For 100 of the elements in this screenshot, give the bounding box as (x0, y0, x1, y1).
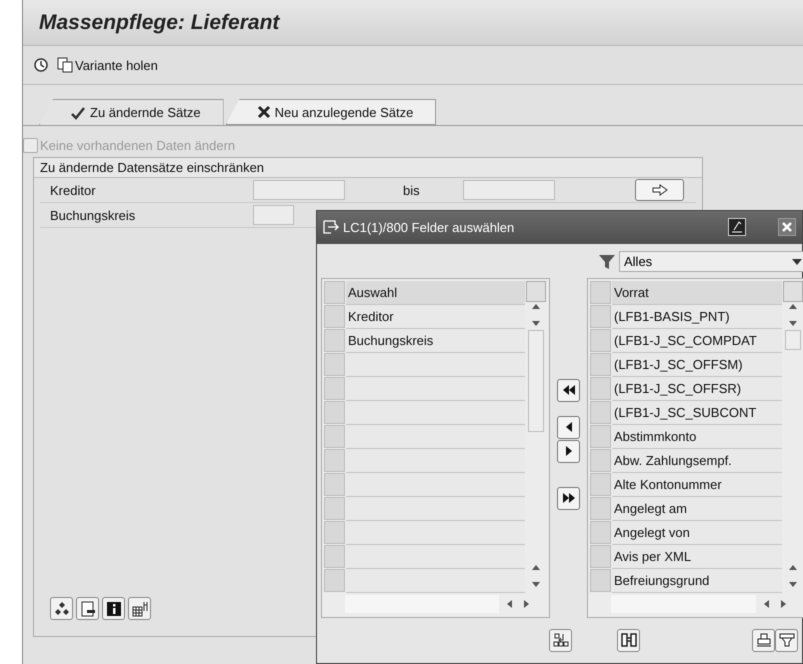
table-row[interactable]: (LFB1-J_SC_OFFSR) (612, 376, 782, 401)
select-all-button[interactable] (590, 280, 611, 304)
table-row[interactable]: Abstimmkonto (612, 424, 782, 449)
table-row[interactable] (346, 568, 525, 593)
table-row[interactable]: Kreditor (346, 304, 525, 329)
toolbar-button[interactable]: Variante holen (57, 57, 158, 73)
table-row[interactable]: (LFB1-J_SC_SUBCONT (612, 400, 782, 425)
print-button[interactable] (752, 628, 775, 652)
tab[interactable]: Neu anzulegende Sätze (226, 99, 436, 125)
sort-button[interactable] (549, 628, 572, 652)
table-row[interactable]: (LFB1-J_SC_COMPDAT (612, 328, 782, 353)
table-row[interactable] (346, 400, 525, 425)
row-selector[interactable] (324, 400, 345, 424)
row-selector[interactable] (590, 352, 611, 376)
scroll-down-icon[interactable] (788, 580, 798, 589)
column-header: Auswahl (346, 280, 525, 305)
column-header: Vorrat (612, 280, 782, 305)
checkmark-icon (70, 106, 86, 120)
table-row[interactable]: Buchungskreis (346, 328, 525, 353)
scroll-down-icon[interactable] (531, 580, 541, 589)
table-row[interactable]: (LFB1-BASIS_PNT) (612, 304, 782, 329)
scroll-right-icon[interactable] (521, 600, 531, 608)
horizontal-scrollbar[interactable] (611, 594, 756, 613)
cross-icon (256, 105, 271, 119)
row-selector[interactable] (324, 328, 345, 352)
info-button[interactable] (102, 597, 125, 620)
arrow-right-icon (652, 184, 668, 196)
row-selector[interactable] (590, 472, 611, 496)
table-row[interactable] (346, 352, 525, 377)
window-icon (323, 220, 339, 234)
scroll-thumb[interactable] (785, 330, 801, 350)
row-selector[interactable] (324, 496, 345, 520)
table-icon (132, 600, 148, 616)
row-selector[interactable] (324, 472, 345, 496)
row-selector[interactable] (590, 400, 611, 424)
filter-icon[interactable] (598, 252, 616, 271)
input-field[interactable] (463, 180, 555, 200)
field-label: bis (403, 182, 421, 198)
row-selector[interactable] (324, 424, 345, 448)
row-selector[interactable] (590, 424, 611, 448)
table-row[interactable] (346, 376, 525, 401)
row-selector[interactable] (324, 304, 345, 328)
row-selector[interactable] (590, 328, 611, 352)
row-selector[interactable] (590, 568, 611, 592)
sort-icon (552, 632, 568, 648)
right-icon (564, 445, 574, 458)
customize-icon[interactable] (728, 218, 746, 236)
row-selector[interactable] (324, 448, 345, 472)
table-row[interactable]: (LFB1-J_SC_OFFSM) (612, 352, 782, 377)
table-row[interactable] (346, 472, 525, 497)
row-selector[interactable] (324, 520, 345, 544)
caret-icon (792, 258, 802, 265)
scroll-thumb[interactable] (528, 330, 544, 432)
scroll-left-icon[interactable] (505, 600, 515, 608)
input-field[interactable] (253, 180, 345, 200)
table-row[interactable]: Angelegt am (612, 496, 782, 521)
field-label: Kreditor (50, 182, 97, 198)
input-field[interactable] (253, 205, 294, 225)
select-all-button[interactable] (324, 280, 345, 304)
table-settings-button[interactable] (128, 597, 151, 620)
clock-icon[interactable] (33, 57, 49, 73)
form-button[interactable] (76, 597, 99, 620)
table-row[interactable]: Angelegt von (612, 520, 782, 545)
hierarchy-button[interactable] (50, 597, 73, 620)
row-selector[interactable] (590, 304, 611, 328)
row-selector[interactable] (590, 376, 611, 400)
filter-button[interactable] (775, 628, 798, 652)
table-row[interactable] (346, 448, 525, 473)
row-selector[interactable] (590, 448, 611, 472)
add-all-button[interactable] (557, 486, 580, 510)
tab[interactable]: Zu ändernde Sätze (39, 99, 224, 125)
remove-button[interactable] (557, 416, 580, 439)
table-row[interactable] (346, 496, 525, 521)
row-selector[interactable] (324, 352, 345, 376)
filter-dropdown[interactable]: Alles (619, 251, 803, 272)
remove-all-button[interactable] (557, 378, 580, 402)
copy-icon (57, 57, 73, 73)
row-selector[interactable] (324, 568, 345, 592)
horizontal-scrollbar[interactable] (345, 594, 499, 613)
scroll-up-icon[interactable] (788, 562, 798, 571)
scroll-left-icon[interactable] (762, 600, 772, 608)
table-row[interactable] (346, 424, 525, 449)
table-row[interactable]: Avis per XML (612, 544, 782, 569)
row-selector[interactable] (590, 496, 611, 520)
left-icon (564, 421, 574, 434)
table-row[interactable]: Alte Kontonummer (612, 472, 782, 497)
scroll-up-icon[interactable] (531, 562, 541, 571)
table-row[interactable]: Abw. Zahlungsempf. (612, 448, 782, 473)
multiple-selection-button[interactable] (635, 179, 684, 201)
scroll-right-icon[interactable] (778, 600, 788, 608)
row-selector[interactable] (590, 544, 611, 568)
close-icon[interactable] (778, 218, 796, 236)
table-row[interactable] (346, 544, 525, 569)
row-selector[interactable] (590, 520, 611, 544)
table-row[interactable] (346, 520, 525, 545)
add-button[interactable] (557, 440, 580, 463)
table-row[interactable]: Befreiungsgrund (612, 568, 782, 593)
binoculars-button[interactable] (617, 628, 640, 652)
row-selector[interactable] (324, 544, 345, 568)
row-selector[interactable] (324, 376, 345, 400)
